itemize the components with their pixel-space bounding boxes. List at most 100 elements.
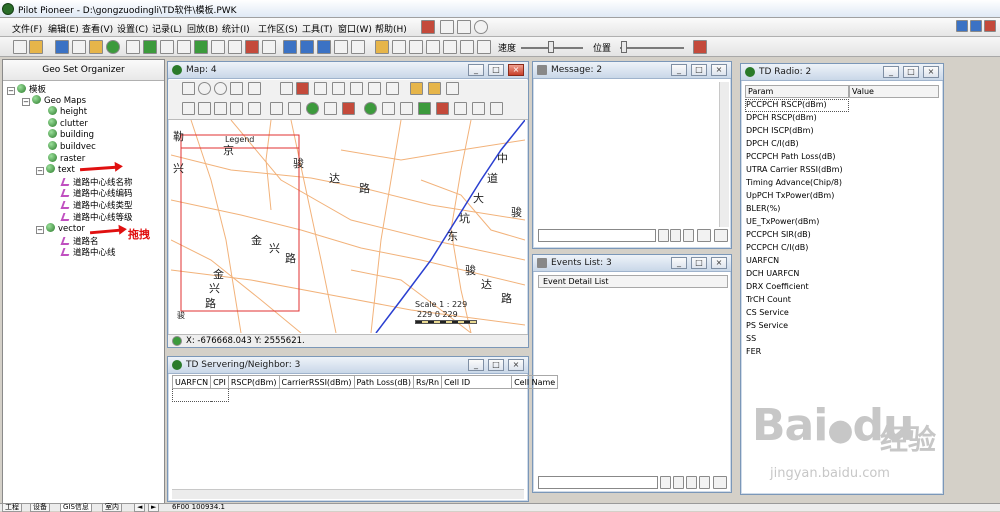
param-row[interactable]: DCH UARFCN bbox=[746, 269, 799, 278]
chart-icon[interactable] bbox=[177, 40, 191, 54]
dropdown-icon[interactable] bbox=[658, 229, 669, 242]
close-button[interactable]: × bbox=[711, 257, 727, 269]
menu-tools[interactable]: 工具(T) bbox=[302, 22, 333, 35]
close-button[interactable]: × bbox=[711, 64, 727, 76]
close-button[interactable]: × bbox=[508, 64, 524, 76]
filter-icon[interactable] bbox=[697, 229, 711, 242]
param-row[interactable]: UTRA Carrier RSSI(dBm) bbox=[746, 165, 843, 174]
stop-icon[interactable] bbox=[440, 20, 454, 34]
column-header[interactable]: RSCP(dBm) bbox=[227, 375, 280, 389]
spinner-icon[interactable] bbox=[673, 476, 684, 489]
fast-forward-icon[interactable] bbox=[477, 40, 491, 54]
open-folder-icon[interactable] bbox=[29, 40, 43, 54]
menu-statistics[interactable]: 统计(I) bbox=[222, 22, 250, 35]
app-minimize-button[interactable] bbox=[956, 20, 968, 32]
spinner-icon[interactable] bbox=[670, 229, 681, 242]
new-file-icon[interactable] bbox=[13, 40, 27, 54]
measure-icon[interactable] bbox=[314, 82, 327, 95]
settings-icon[interactable] bbox=[490, 102, 503, 115]
tree-item-height[interactable]: height bbox=[48, 106, 87, 117]
param-row[interactable]: DRX Coefficient bbox=[746, 282, 809, 291]
layers-icon[interactable] bbox=[410, 82, 423, 95]
column-header[interactable]: Rs/Rn bbox=[413, 375, 443, 389]
close-button[interactable]: × bbox=[508, 359, 524, 371]
tools-icon[interactable] bbox=[472, 102, 485, 115]
table-cell[interactable] bbox=[172, 388, 229, 402]
zoom-rect-icon[interactable] bbox=[230, 82, 243, 95]
maximize-button[interactable]: □ bbox=[691, 257, 707, 269]
layout-icon[interactable] bbox=[228, 40, 242, 54]
link-icon[interactable] bbox=[386, 82, 399, 95]
tree-item-road-grade[interactable]: 道路中心线等级 bbox=[60, 211, 133, 223]
grid-icon[interactable] bbox=[211, 40, 225, 54]
param-column-header[interactable]: Param bbox=[745, 85, 849, 98]
serving-scrollbar[interactable] bbox=[172, 489, 524, 499]
param-row[interactable]: BLER(%) bbox=[746, 204, 780, 213]
legend-icon[interactable] bbox=[446, 82, 459, 95]
split-icon[interactable] bbox=[317, 40, 331, 54]
image-icon[interactable] bbox=[288, 102, 301, 115]
minimize-button[interactable]: _ bbox=[671, 64, 687, 76]
param-row[interactable]: DPCH C/I(dB) bbox=[746, 139, 799, 148]
open-log-icon[interactable] bbox=[375, 40, 389, 54]
pause-replay-icon[interactable] bbox=[443, 40, 457, 54]
tree-item-building[interactable]: building bbox=[48, 129, 94, 140]
wave-icon[interactable] bbox=[400, 102, 413, 115]
export-icon[interactable] bbox=[270, 102, 283, 115]
list-view-icon[interactable] bbox=[382, 102, 395, 115]
globe-icon[interactable] bbox=[106, 40, 120, 54]
maximize-button[interactable]: □ bbox=[488, 64, 504, 76]
arrange-icon[interactable] bbox=[351, 40, 365, 54]
param-row[interactable]: CS Service bbox=[746, 308, 789, 317]
column-header[interactable]: CarrierRSSI(dBm) bbox=[278, 375, 355, 389]
menu-replay[interactable]: 回放(B) bbox=[187, 22, 218, 35]
stop-replay-icon[interactable] bbox=[460, 40, 474, 54]
maximize-button[interactable]: □ bbox=[691, 64, 707, 76]
tree-root[interactable]: − 模板 bbox=[7, 83, 46, 95]
pointer-icon[interactable] bbox=[182, 82, 195, 95]
tree-item-road-centerline[interactable]: 道路中心线 bbox=[60, 246, 116, 258]
pan-icon[interactable] bbox=[248, 82, 261, 95]
rotate-icon[interactable] bbox=[198, 102, 211, 115]
label-icon[interactable] bbox=[332, 82, 345, 95]
column-header[interactable]: Cell Name bbox=[511, 375, 559, 389]
locate-icon[interactable] bbox=[296, 82, 309, 95]
ruler-icon[interactable] bbox=[248, 102, 261, 115]
menu-help[interactable]: 帮助(H) bbox=[375, 22, 407, 35]
scatter-icon[interactable] bbox=[454, 102, 467, 115]
select-region-icon[interactable] bbox=[182, 102, 195, 115]
more-icon[interactable] bbox=[714, 229, 728, 242]
value-column-header[interactable]: Value bbox=[849, 85, 939, 98]
param-row[interactable]: DPCH RSCP(dBm) bbox=[746, 113, 817, 122]
minimize-button[interactable]: _ bbox=[468, 64, 484, 76]
param-row[interactable]: PCCPCH RSCP(dBm) bbox=[746, 100, 827, 109]
message-filter-input[interactable] bbox=[538, 229, 656, 242]
tree-item-text[interactable]: − text bbox=[36, 164, 75, 175]
refresh-icon[interactable] bbox=[364, 102, 377, 115]
column-header[interactable]: Cell ID bbox=[441, 375, 513, 389]
maximize-button[interactable]: □ bbox=[903, 66, 919, 78]
events-column-header[interactable]: Event Detail List bbox=[538, 275, 728, 288]
site-icon[interactable] bbox=[368, 82, 381, 95]
collapse-icon[interactable]: − bbox=[36, 226, 44, 234]
table-icon[interactable] bbox=[126, 40, 140, 54]
tree-item-clutter[interactable]: clutter bbox=[48, 118, 88, 129]
menu-edit[interactable]: 编辑(E) bbox=[48, 22, 79, 35]
param-row[interactable]: TrCH Count bbox=[746, 295, 791, 304]
tree-item-vector[interactable]: − vector bbox=[36, 223, 85, 234]
tree-geo-maps[interactable]: − Geo Maps bbox=[22, 95, 86, 106]
param-row[interactable]: PCCPCH Path Loss(dB) bbox=[746, 152, 835, 161]
menu-file[interactable]: 文件(F) bbox=[12, 22, 42, 35]
param-row[interactable]: UpPCH TxPower(dBm) bbox=[746, 191, 834, 200]
globe-icon[interactable] bbox=[306, 102, 319, 115]
stats-icon[interactable] bbox=[245, 40, 259, 54]
minimize-button[interactable]: _ bbox=[883, 66, 899, 78]
window-icon[interactable] bbox=[334, 40, 348, 54]
param-row[interactable]: Timing Advance(Chip/8) bbox=[746, 178, 842, 187]
select-icon[interactable] bbox=[280, 82, 293, 95]
pause-icon[interactable] bbox=[457, 20, 471, 34]
polygon-icon[interactable] bbox=[214, 102, 227, 115]
minimize-button[interactable]: _ bbox=[671, 257, 687, 269]
tree-item-road-type[interactable]: 道路中心线类型 bbox=[60, 199, 133, 211]
circle-icon[interactable] bbox=[230, 102, 243, 115]
